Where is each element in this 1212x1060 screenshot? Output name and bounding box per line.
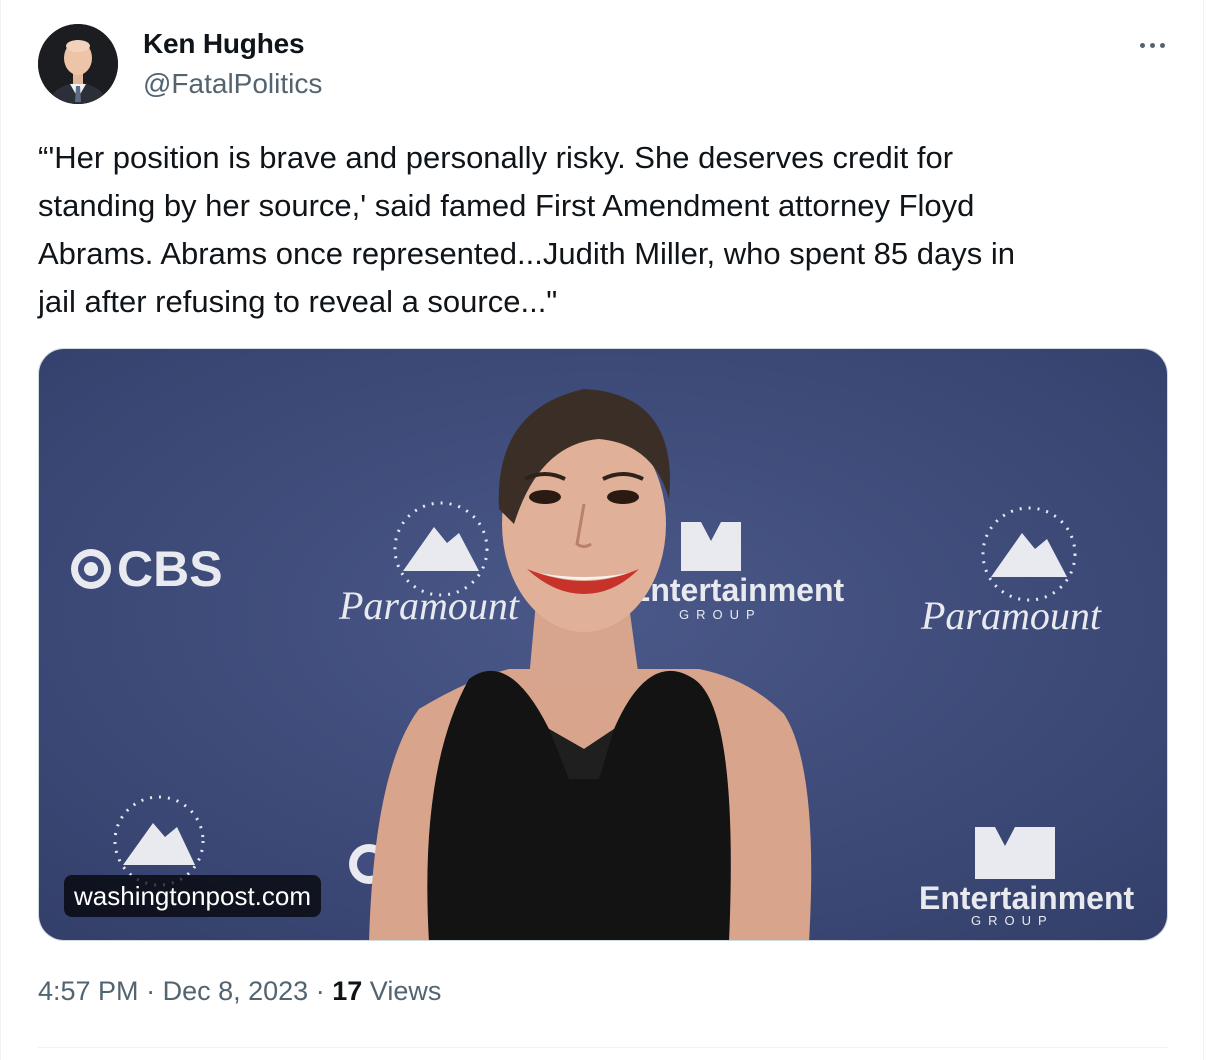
card-left-border [0,0,1,1060]
meta-separator: · [315,976,325,1006]
person-avatar-icon [38,24,118,104]
tweet-time-link[interactable]: 4:57 PM [38,976,139,1006]
card-right-border [1203,0,1204,1060]
svg-text:CBS: CBS [117,541,223,597]
svg-text:GROUP: GROUP [679,607,762,622]
tweet-media-image[interactable]: CBS Paramount Entertainment GROUP Paramo… [38,348,1168,941]
more-options-button[interactable] [1132,30,1172,60]
tweet-metadata: 4:57 PM · Dec 8, 2023 · 17 Views [38,976,441,1007]
red-carpet-photo: CBS Paramount Entertainment GROUP Paramo… [39,349,1167,940]
media-source-label[interactable]: washingtonpost.com [64,875,322,917]
tweet-date-link[interactable]: Dec 8, 2023 [163,976,309,1006]
views-count: 17 [332,976,363,1006]
author-avatar[interactable] [38,24,118,104]
svg-text:Paramount: Paramount [920,593,1102,638]
svg-text:GROUP: GROUP [971,913,1054,928]
cbs-logo: CBS [71,541,223,597]
author-name[interactable]: Ken Hughes [143,28,305,60]
svg-text:Entertainment: Entertainment [919,880,1134,916]
meta-separator: · [146,976,156,1006]
svg-text:Entertainment: Entertainment [629,572,844,608]
divider [38,1047,1168,1048]
svg-text:Paramount: Paramount [338,583,520,628]
tweet-text: “'Her position is brave and personally r… [38,140,1015,319]
author-handle[interactable]: @FatalPolitics [143,68,322,100]
more-horizontal-icon [1139,42,1145,48]
views-label: Views [369,976,442,1006]
